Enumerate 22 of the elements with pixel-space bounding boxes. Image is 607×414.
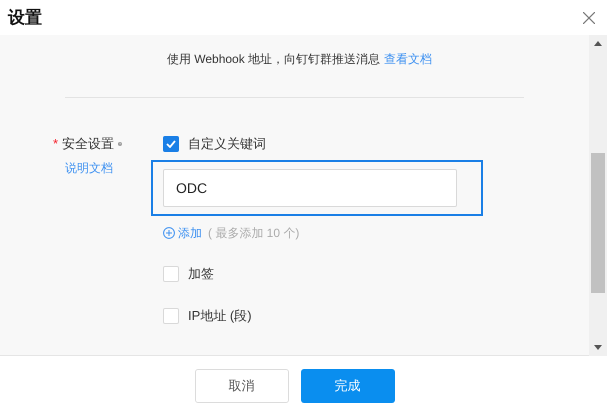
add-hint: ( 最多添加 10 个)	[208, 225, 300, 242]
intro-text: 使用 Webhook 地址，向钉钉群推送消息	[166, 51, 380, 68]
checkbox[interactable]	[163, 136, 179, 152]
done-button[interactable]: 完成	[300, 368, 394, 402]
option-label: IP地址 (段)	[188, 307, 252, 326]
close-icon[interactable]	[583, 12, 595, 24]
check-icon	[166, 140, 176, 148]
keyword-input[interactable]: ODC	[163, 169, 457, 207]
help-doc-link[interactable]: 说明文档	[65, 159, 122, 177]
scrollbar-thumb[interactable]	[591, 153, 605, 293]
scroll-down-icon[interactable]	[594, 345, 602, 350]
option-label: 加签	[188, 265, 214, 284]
add-link[interactable]: 添加	[163, 224, 202, 242]
field-label: 安全设置	[62, 135, 114, 154]
required-mark: *	[53, 135, 58, 154]
dialog-title: 设置	[8, 6, 42, 29]
option-label: 自定义关键词	[188, 135, 266, 154]
scrollbar[interactable]	[589, 35, 607, 356]
docs-link[interactable]: 查看文档	[384, 50, 432, 68]
plus-circle-icon	[163, 227, 175, 239]
cancel-button[interactable]: 取消	[194, 368, 288, 402]
scroll-up-icon[interactable]	[594, 41, 602, 46]
